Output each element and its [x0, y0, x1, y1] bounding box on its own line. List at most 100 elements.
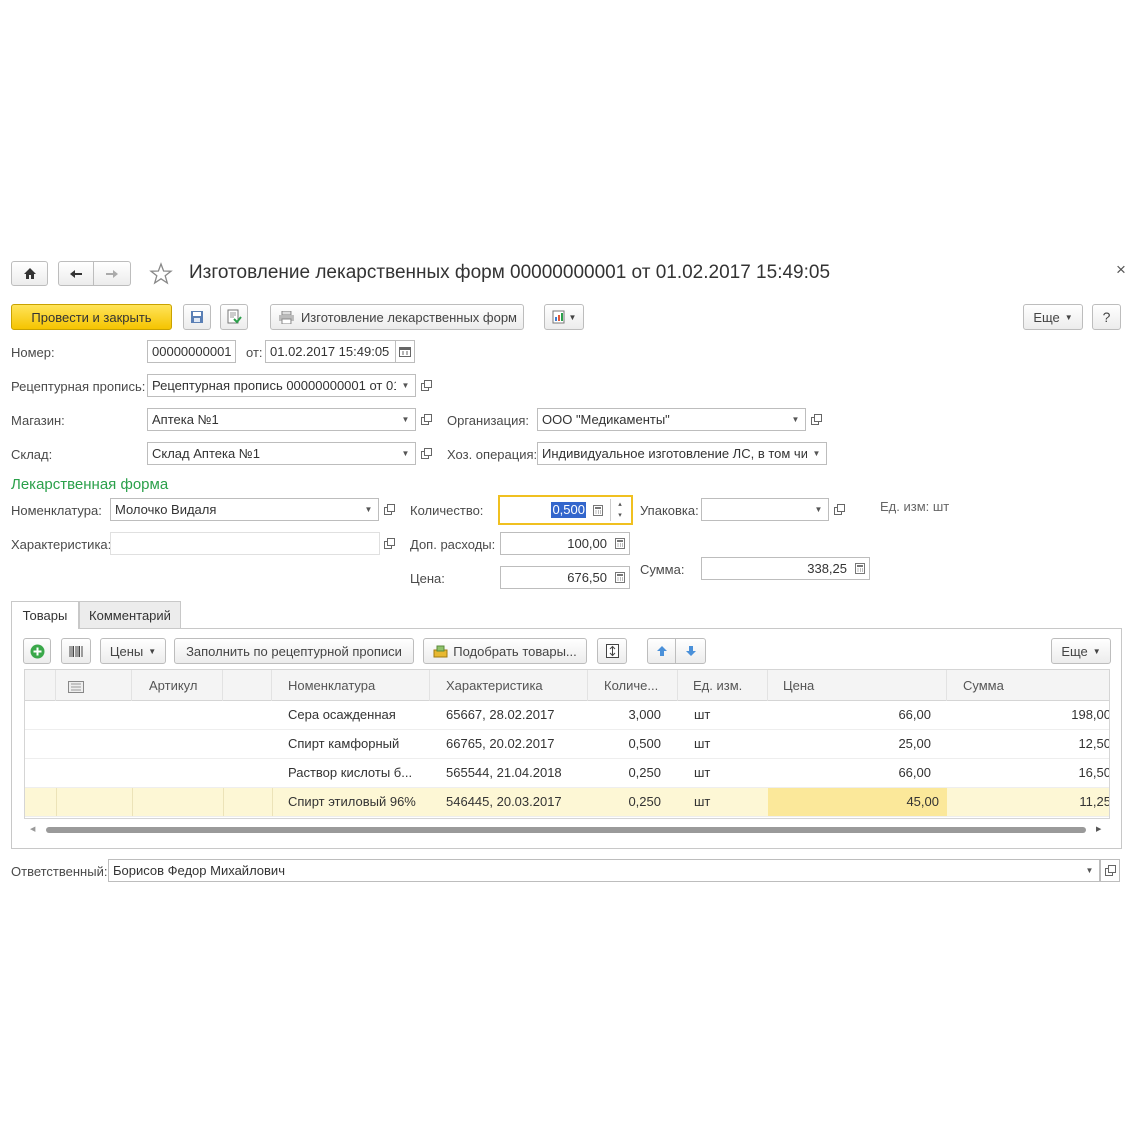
scroll-left-icon[interactable]: ◀ [30, 825, 35, 833]
recipe-open-button[interactable] [416, 374, 436, 397]
cell-characteristic: 66765, 20.02.2017 [446, 736, 555, 751]
move-down-button[interactable] [675, 638, 706, 664]
number-field[interactable]: 00000000001 [147, 340, 236, 363]
column-header-unit[interactable]: Ед. изм. [678, 670, 768, 701]
sum-field[interactable]: 338,25 [701, 557, 851, 580]
date-label: от: [246, 345, 263, 360]
column-header-quantity[interactable]: Количе... [588, 670, 678, 701]
cell-quantity: 0,500 [628, 736, 661, 751]
cell-price-selected[interactable]: 45,00 [768, 788, 947, 816]
store-label: Магазин: [11, 413, 65, 428]
package-open-button[interactable] [829, 498, 849, 521]
print-form-button[interactable]: Изготовление лекарственных форм [270, 304, 524, 330]
operation-field[interactable]: Индивидуальное изготовление ЛС, в том чи [537, 442, 808, 465]
chevron-down-icon: ▼ [1092, 646, 1101, 656]
warehouse-open-button[interactable] [416, 442, 436, 465]
warehouse-label: Склад: [11, 447, 53, 462]
chevron-down-icon: ▼ [568, 312, 577, 322]
table-more-menu-button[interactable]: Еще ▼ [1051, 638, 1111, 664]
responsible-dropdown-button[interactable]: ▼ [1080, 859, 1100, 882]
price-calc-button[interactable] [610, 566, 630, 589]
nomenclature-dropdown-button[interactable]: ▼ [359, 498, 379, 521]
organization-dropdown-button[interactable]: ▼ [786, 408, 806, 431]
store-field[interactable]: Аптека №1 [147, 408, 397, 431]
column-header-code[interactable] [56, 670, 132, 701]
tab-comment[interactable]: Комментарий [79, 601, 181, 628]
home-button[interactable] [11, 261, 48, 286]
responsible-open-button[interactable] [1100, 859, 1120, 882]
post-button[interactable] [220, 304, 248, 330]
calendar-button[interactable] [395, 340, 415, 363]
table-row[interactable]: Сера осажденная 65667, 28.02.2017 3,000 … [25, 701, 1109, 730]
recipe-dropdown-button[interactable]: ▼ [396, 374, 416, 397]
cell-price: 66,00 [898, 707, 931, 722]
table-row[interactable]: Раствор кислоты б... 565544, 21.04.2018 … [25, 759, 1109, 788]
arrow-right-icon [106, 269, 118, 278]
sum-calc-button[interactable] [850, 557, 870, 580]
column-header-article[interactable]: Артикул [132, 670, 223, 701]
warehouse-dropdown-button[interactable]: ▼ [396, 442, 416, 465]
post-document-icon [227, 309, 242, 324]
column-header-price[interactable]: Цена [768, 670, 947, 701]
tab-goods[interactable]: Товары [11, 601, 79, 629]
extra-costs-field[interactable]: 100,00 [500, 532, 611, 555]
move-up-button[interactable] [647, 638, 676, 664]
nomenclature-field[interactable]: Молочко Видаля [110, 498, 360, 521]
quantity-spin-buttons[interactable]: ▴ ▾ [610, 499, 629, 521]
organization-open-button[interactable] [806, 408, 826, 431]
scrollbar-thumb[interactable] [46, 827, 1086, 833]
unit-label: Ед. изм: шт [880, 499, 950, 514]
horizontal-scrollbar[interactable]: ◀ ▶ [24, 823, 1110, 837]
add-icon [30, 644, 44, 658]
reports-menu-button[interactable]: ▼ [544, 304, 584, 330]
store-open-button[interactable] [416, 408, 436, 431]
nomenclature-label: Номенклатура: [11, 503, 102, 518]
characteristic-open-button[interactable] [379, 532, 399, 555]
date-field[interactable]: 01.02.2017 15:49:05 [265, 340, 396, 363]
package-dropdown-button[interactable]: ▼ [809, 498, 829, 521]
warehouse-field[interactable]: Склад Аптека №1 [147, 442, 397, 465]
save-button[interactable] [183, 304, 211, 330]
open-link-icon [810, 414, 822, 425]
post-and-close-button[interactable]: Провести и закрыть [11, 304, 172, 330]
extra-costs-label: Доп. расходы: [410, 537, 496, 552]
nomenclature-open-button[interactable] [379, 498, 399, 521]
table-row[interactable]: Спирт камфорный 66765, 20.02.2017 0,500 … [25, 730, 1109, 759]
favorite-star-icon[interactable] [149, 262, 173, 286]
store-dropdown-button[interactable]: ▼ [396, 408, 416, 431]
operation-label: Хоз. операция: [447, 447, 538, 462]
back-button[interactable] [58, 261, 94, 286]
more-menu-button[interactable]: Еще ▼ [1023, 304, 1083, 330]
pick-goods-button[interactable]: Подобрать товары... [423, 638, 587, 664]
quantity-value[interactable]: 0,500 [551, 502, 586, 518]
scroll-right-icon[interactable]: ▶ [1096, 825, 1101, 833]
package-label: Упаковка: [640, 503, 699, 518]
add-row-button[interactable] [23, 638, 51, 664]
cell-sum: 11,25 [1079, 794, 1110, 809]
forward-button[interactable] [93, 261, 131, 286]
extra-costs-calc-button[interactable] [610, 532, 630, 555]
organization-label: Организация: [447, 413, 530, 428]
prices-menu-button[interactable]: Цены ▼ [100, 638, 166, 664]
help-button[interactable]: ? [1092, 304, 1121, 330]
table-row-selected[interactable]: Спирт этиловый 96% 546445, 20.03.2017 0,… [25, 788, 1110, 817]
column-header-characteristic[interactable]: Характеристика [430, 670, 588, 701]
column-header-spacer [223, 670, 272, 701]
quantity-stepper[interactable]: 0,500 ▴ ▾ [498, 495, 633, 525]
column-header-nomenclature[interactable]: Номенклатура [272, 670, 430, 701]
characteristic-field[interactable] [110, 532, 380, 555]
split-row-button[interactable] [597, 638, 627, 664]
responsible-field[interactable]: Борисов Федор Михайлович [108, 859, 1081, 882]
calculator-icon [854, 563, 865, 574]
column-header-sum[interactable]: Сумма [947, 670, 1109, 701]
recipe-field[interactable]: Рецептурная пропись 00000000001 от 01 [147, 374, 397, 397]
barcode-button[interactable] [61, 638, 91, 664]
price-field[interactable]: 676,50 [500, 566, 611, 589]
fill-by-recipe-button[interactable]: Заполнить по рецептурной прописи [174, 638, 414, 664]
package-field[interactable] [701, 498, 810, 521]
calculator-icon [614, 538, 625, 549]
operation-dropdown-button[interactable]: ▼ [807, 442, 827, 465]
close-icon[interactable]: × [1116, 260, 1126, 280]
organization-field[interactable]: ООО "Медикаменты" [537, 408, 787, 431]
calculator-icon[interactable] [593, 505, 603, 516]
